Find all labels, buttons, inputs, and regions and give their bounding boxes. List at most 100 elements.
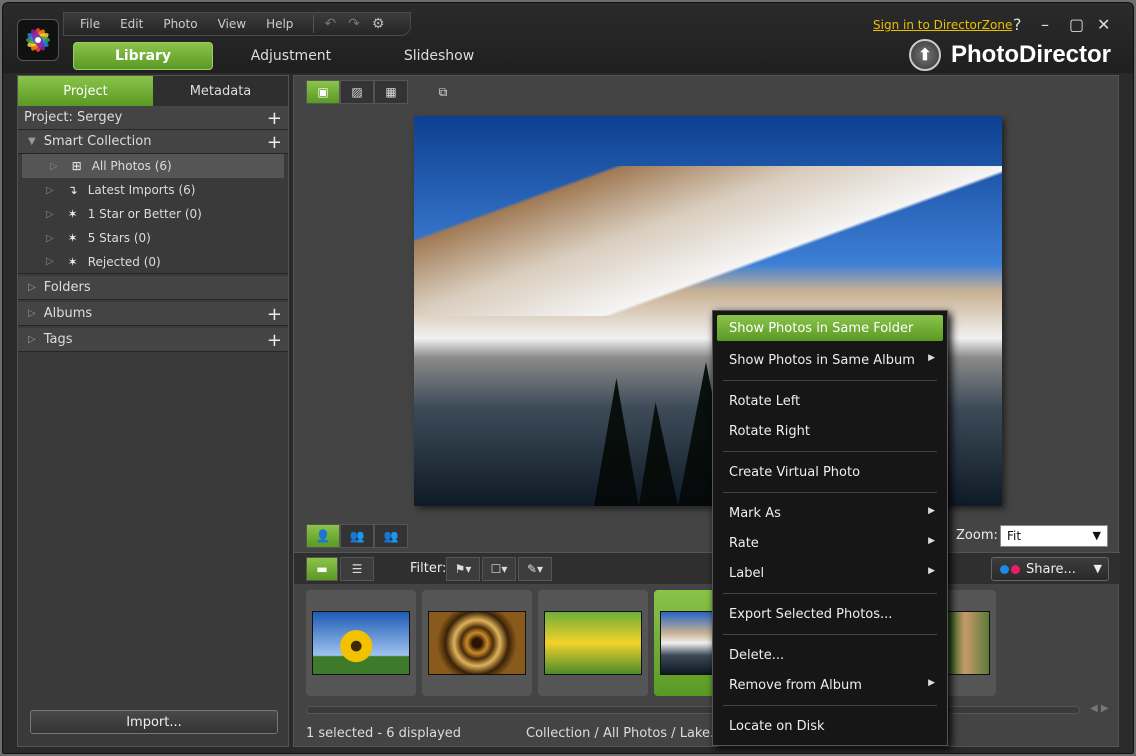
menu-create-virtual[interactable]: Create Virtual Photo — [717, 457, 943, 487]
sparkle-wand-icon: ✶ — [67, 254, 78, 269]
close-button[interactable]: ✕ — [1097, 15, 1110, 34]
triangle-right-icon[interactable]: ▷ — [46, 185, 54, 196]
menu-remove-album[interactable]: Remove from Album ▶ — [717, 670, 943, 700]
zoom-value: Fit — [1007, 529, 1022, 543]
menu-rate[interactable]: Rate ▶ — [717, 528, 943, 558]
collection-item[interactable]: ▷ ⊞ All Photos (6) — [22, 154, 284, 178]
brand-title: PhotoDirector — [951, 41, 1112, 68]
triangle-down-icon[interactable]: ▼ — [28, 136, 36, 147]
tab-project[interactable]: Project — [18, 76, 153, 106]
import-button[interactable]: Import... — [30, 710, 278, 734]
zoom-label: Zoom: — [956, 528, 998, 543]
submenu-arrow-icon: ▶ — [928, 506, 935, 516]
tab-metadata[interactable]: Metadata — [153, 76, 288, 106]
add-tag-icon[interactable]: + — [267, 330, 282, 351]
menu-locate-disk[interactable]: Locate on Disk — [717, 711, 943, 741]
menu-show-same-album[interactable]: Show Photos in Same Album ▶ — [717, 345, 943, 375]
chevron-down-icon: ▼ — [1093, 562, 1102, 575]
add-album-icon[interactable]: + — [267, 304, 282, 325]
mountain-shape — [414, 166, 1002, 316]
tags-row[interactable]: ▷ Tags + — [18, 328, 288, 352]
app-logo-icon[interactable] — [17, 19, 59, 61]
menu-label[interactable]: Label ▶ — [717, 558, 943, 588]
triangle-right-icon[interactable]: ▷ — [50, 161, 58, 172]
menu-show-same-folder[interactable]: Show Photos in Same Folder — [717, 315, 943, 341]
tab-library[interactable]: Library — [73, 42, 213, 70]
triangle-right-icon[interactable]: ▷ — [28, 282, 36, 293]
collection-label: 1 Star or Better (0) — [87, 207, 202, 221]
menu-export-selected[interactable]: Export Selected Photos... — [717, 599, 943, 629]
compare-view-icon[interactable]: ⧉ — [426, 80, 460, 104]
help-button[interactable]: ? — [1013, 15, 1022, 34]
people-toolbar: 👤 👥 👥 — [306, 524, 408, 548]
collection-label: Latest Imports (6) — [87, 183, 196, 197]
mode-tabs: Library Adjustment Slideshow — [73, 42, 517, 72]
albums-row[interactable]: ▷ Albums + — [18, 302, 288, 326]
upload-arrow-icon[interactable]: ⬆ — [909, 39, 941, 71]
thumbnail-bicycle[interactable] — [538, 590, 648, 696]
menu-item-label: Locate on Disk — [729, 718, 825, 734]
collection-item[interactable]: ▷ ↴ Latest Imports (6) — [18, 178, 288, 202]
menu-mark-as[interactable]: Mark As ▶ — [717, 498, 943, 528]
triangle-right-icon[interactable]: ▷ — [28, 334, 36, 345]
tab-slideshow[interactable]: Slideshow — [369, 42, 509, 70]
project-row[interactable]: Project: Sergey + — [18, 106, 288, 130]
redo-icon[interactable]: ↷ — [348, 16, 360, 32]
panel-tabs: Project Metadata — [18, 76, 288, 106]
add-smart-collection-icon[interactable]: + — [267, 132, 282, 153]
menu-rotate-left[interactable]: Rotate Left — [717, 386, 943, 416]
menu-file[interactable]: File — [80, 17, 100, 31]
menu-item-label: Export Selected Photos... — [729, 606, 893, 622]
triangle-right-icon[interactable]: ▷ — [46, 209, 54, 220]
folders-row[interactable]: ▷ Folders — [18, 276, 288, 300]
menu-bar: File Edit Photo View Help ↶ ↷ ⚙ — [63, 12, 411, 36]
menu-view[interactable]: View — [218, 17, 246, 31]
collection-item[interactable]: ▷ ✶ Rejected (0) — [18, 250, 288, 274]
menu-item-label: Remove from Album — [729, 677, 862, 693]
menu-photo[interactable]: Photo — [163, 17, 197, 31]
collection-item[interactable]: ▷ ✶ 5 Stars (0) — [18, 226, 288, 250]
grid-view-icon[interactable]: ▦ — [374, 80, 408, 104]
menu-edit[interactable]: Edit — [120, 17, 143, 31]
image-view-icon[interactable]: ▨ — [340, 80, 374, 104]
spiral-image — [428, 611, 526, 675]
tab-adjustment[interactable]: Adjustment — [221, 42, 361, 70]
signin-link[interactable]: Sign in to DirectorZone — [873, 18, 1012, 32]
undo-icon[interactable]: ↶ — [324, 16, 336, 32]
menu-item-label: Rate — [729, 535, 759, 551]
menu-item-label: Mark As — [729, 505, 781, 521]
filmstrip-scrollbar[interactable] — [306, 706, 1080, 714]
menu-help[interactable]: Help — [266, 17, 293, 31]
scroll-arrows-icon[interactable]: ◀ ▶ — [1090, 703, 1109, 714]
collection-item[interactable]: ▷ ✶ 1 Star or Better (0) — [18, 202, 288, 226]
list-view-icon[interactable]: ☰ — [340, 557, 374, 581]
thumbnail-spiral[interactable] — [422, 590, 532, 696]
thumbnail-sunflower[interactable] — [306, 590, 416, 696]
menu-item-label: Show Photos in Same Album — [729, 352, 915, 368]
context-menu: Show Photos in Same Folder Show Photos i… — [712, 310, 948, 746]
brush-filter-icon[interactable]: ✎▾ — [518, 557, 552, 581]
flag-filter-icon[interactable]: ⚑▾ — [446, 557, 480, 581]
menu-rotate-right[interactable]: Rotate Right — [717, 416, 943, 446]
triangle-right-icon[interactable]: ▷ — [46, 233, 54, 244]
add-project-icon[interactable]: + — [267, 108, 282, 129]
triangle-right-icon[interactable]: ▷ — [46, 256, 54, 267]
filmstrip-view-icon[interactable]: ▬ — [306, 557, 338, 581]
menu-delete[interactable]: Delete... — [717, 640, 943, 670]
gear-icon[interactable]: ⚙ — [372, 16, 385, 32]
zoom-select[interactable]: Fit ▼ — [1000, 525, 1108, 547]
main-area: ▣ ▨ ▦ ⧉ 👤 👥 👥 Zoom: Fit ▼ ▬ ☰ Filter: ⚑▾… — [293, 75, 1120, 747]
group-icon[interactable]: 👥 — [374, 524, 408, 548]
minimize-button[interactable]: – — [1041, 15, 1049, 34]
maximize-button[interactable]: ▢ — [1069, 15, 1084, 34]
single-view-icon[interactable]: ▣ — [306, 80, 340, 104]
label-filter-icon[interactable]: ☐▾ — [482, 557, 516, 581]
share-button[interactable]: Share... ▼ — [991, 557, 1109, 581]
smart-collection-row[interactable]: ▼ Smart Collection + — [18, 130, 288, 154]
menu-item-label: Show Photos in Same Folder — [729, 320, 914, 336]
person-icon[interactable]: 👤 — [306, 524, 340, 548]
share-label: Share... — [1026, 561, 1076, 577]
bicycle-image — [544, 611, 642, 675]
triangle-right-icon[interactable]: ▷ — [28, 308, 36, 319]
people-icon[interactable]: 👥 — [340, 524, 374, 548]
